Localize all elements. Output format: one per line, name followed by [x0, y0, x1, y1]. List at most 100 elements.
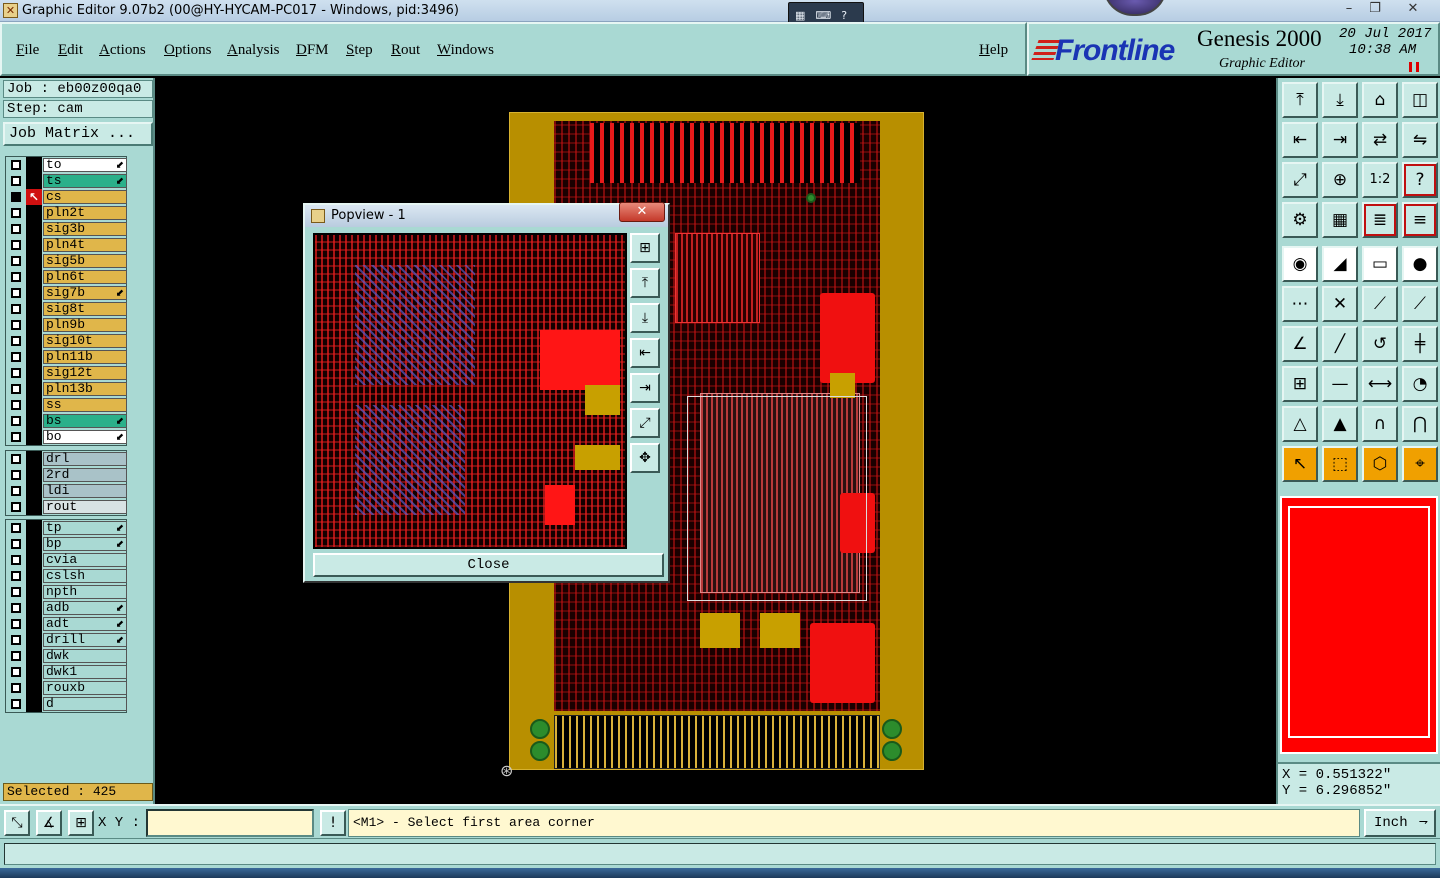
layer-color-swatch[interactable] — [26, 648, 42, 664]
layer-color-swatch[interactable] — [26, 269, 42, 285]
layer-color-swatch[interactable] — [26, 429, 42, 445]
grid-icon[interactable]: ▦ — [795, 9, 805, 22]
zoom-down-icon[interactable]: ⤓ — [630, 303, 660, 333]
segment-red-icon[interactable]: ⟋ — [1402, 286, 1438, 322]
zoom-fit-icon[interactable]: ⊞ — [630, 233, 660, 263]
layer-color-swatch[interactable] — [26, 536, 42, 552]
layer-name[interactable]: pln6t — [43, 270, 127, 284]
popview-close-x-button[interactable]: ✕ — [619, 202, 665, 222]
layer-checkbox[interactable] — [11, 288, 21, 298]
arc-icon[interactable]: ↺ — [1362, 326, 1398, 362]
minimize-button[interactable]: – — [1336, 1, 1362, 18]
layer-color-swatch[interactable] — [26, 381, 42, 397]
layer-checkbox[interactable] — [11, 272, 21, 282]
layer-row[interactable]: sig7b ⬋ — [6, 285, 127, 301]
layer-row[interactable]: pln11b — [6, 349, 127, 365]
alert-icon[interactable]: ! — [320, 810, 346, 836]
layer-checkbox[interactable] — [11, 320, 21, 330]
layer-name[interactable]: ts ⬋ — [43, 174, 127, 188]
layer-row[interactable]: to ⬋ — [6, 157, 127, 173]
settings-icon[interactable]: ⚙ — [1282, 202, 1318, 238]
ruler-icon[interactable]: ▭ — [1362, 246, 1398, 282]
close-window-button[interactable]: ✕ — [1396, 1, 1430, 18]
layer-checkbox[interactable] — [11, 400, 21, 410]
layer-name[interactable]: sig10t — [43, 334, 127, 348]
layer-name[interactable]: ss — [43, 398, 127, 412]
layer-row[interactable]: tp ⬋ — [6, 520, 127, 536]
layer-row[interactable]: 2rd — [6, 467, 127, 483]
xy-input[interactable] — [146, 809, 314, 837]
menu-file[interactable]: File — [16, 42, 39, 59]
layer-color-swatch[interactable] — [26, 253, 42, 269]
layer-row[interactable]: sig5b — [6, 253, 127, 269]
layer-name[interactable]: d — [43, 697, 127, 711]
slash-icon[interactable]: ╱ — [1322, 326, 1358, 362]
layer-checkbox[interactable] — [11, 486, 21, 496]
layer-name[interactable]: pln2t — [43, 206, 127, 220]
pan-right-icon[interactable]: ⇥ — [630, 373, 660, 403]
layer-color-swatch[interactable] — [26, 413, 42, 429]
layer-checkbox[interactable] — [11, 571, 21, 581]
measure-icon[interactable]: ⟷ — [1362, 366, 1398, 402]
layer-color-swatch[interactable] — [26, 365, 42, 381]
menu-analysis[interactable]: Analysis — [227, 42, 280, 59]
layer-name[interactable]: ldi — [43, 484, 127, 498]
layers-compare-icon[interactable]: ≡ — [1402, 202, 1438, 238]
layer-color-swatch[interactable] — [26, 680, 42, 696]
layer-checkbox[interactable] — [11, 240, 21, 250]
menu-options[interactable]: Options — [164, 42, 212, 59]
layer-name[interactable]: 2rd — [43, 468, 127, 482]
layer-row[interactable]: sig10t — [6, 333, 127, 349]
layer-color-swatch[interactable] — [26, 205, 42, 221]
maximize-button[interactable]: ❐ — [1362, 1, 1388, 18]
layer-name[interactable]: pln9b — [43, 318, 127, 332]
arch-icon[interactable]: ∩ — [1362, 406, 1398, 442]
line-draw-icon[interactable]: ◢ — [1322, 246, 1358, 282]
export-icon[interactable]: ⤓ — [1322, 82, 1358, 118]
layer-color-swatch[interactable] — [26, 600, 42, 616]
layer-color-swatch[interactable] — [26, 451, 42, 467]
layer-name[interactable]: pln4t — [43, 238, 127, 252]
layer-checkbox[interactable] — [11, 523, 21, 533]
cross-icon[interactable]: ✕ — [1322, 286, 1358, 322]
pause-icon[interactable] — [1409, 62, 1419, 72]
layer-name[interactable]: cs — [43, 190, 127, 204]
scale-icon[interactable]: 1:2 — [1362, 162, 1398, 198]
layer-checkbox[interactable] — [11, 587, 21, 597]
layer-checkbox[interactable] — [11, 454, 21, 464]
layer-color-swatch[interactable] — [26, 568, 42, 584]
layer-color-swatch[interactable] — [26, 664, 42, 680]
layer-row[interactable]: adb ⬋ — [6, 600, 127, 616]
layer-row[interactable]: npth — [6, 584, 127, 600]
layer-checkbox[interactable] — [11, 683, 21, 693]
layer-checkbox[interactable] — [11, 368, 21, 378]
popview-close-button[interactable]: Close — [313, 553, 664, 577]
triangle-up-icon[interactable]: ▲ — [1322, 406, 1358, 442]
layer-row[interactable]: bs ⬋ — [6, 413, 127, 429]
layer-row[interactable]: dwk — [6, 648, 127, 664]
layer-checkbox[interactable] — [11, 336, 21, 346]
layer-color-swatch[interactable] — [26, 317, 42, 333]
layer-color-swatch[interactable] — [26, 301, 42, 317]
layer-row[interactable]: adt ⬋ — [6, 616, 127, 632]
layer-row[interactable]: pln2t — [6, 205, 127, 221]
layer-checkbox[interactable] — [11, 635, 21, 645]
layer-name[interactable]: drill ⬋ — [43, 633, 127, 647]
layer-name[interactable]: rout — [43, 500, 127, 514]
layer-color-swatch[interactable] — [26, 552, 42, 568]
mirror-icon[interactable]: ⇋ — [1402, 122, 1438, 158]
layer-name[interactable]: adb ⬋ — [43, 601, 127, 615]
pan-left-icon[interactable]: ⇤ — [1282, 122, 1318, 158]
layer-checkbox[interactable] — [11, 619, 21, 629]
popview-zoomed-view[interactable] — [313, 233, 627, 549]
layer-color-swatch[interactable] — [26, 285, 42, 301]
menu-rout[interactable]: Rout — [391, 42, 420, 59]
keyboard-icon[interactable]: ⌨ — [815, 9, 831, 22]
expand-icon[interactable]: ⤢ — [630, 408, 660, 438]
layer-name[interactable]: npth — [43, 585, 127, 599]
layer-name[interactable]: cslsh — [43, 569, 127, 583]
select-box-icon[interactable]: ⬚ — [1322, 446, 1358, 482]
layer-checkbox[interactable] — [11, 432, 21, 442]
layer-color-swatch[interactable] — [26, 333, 42, 349]
layer-row[interactable]: sig8t — [6, 301, 127, 317]
